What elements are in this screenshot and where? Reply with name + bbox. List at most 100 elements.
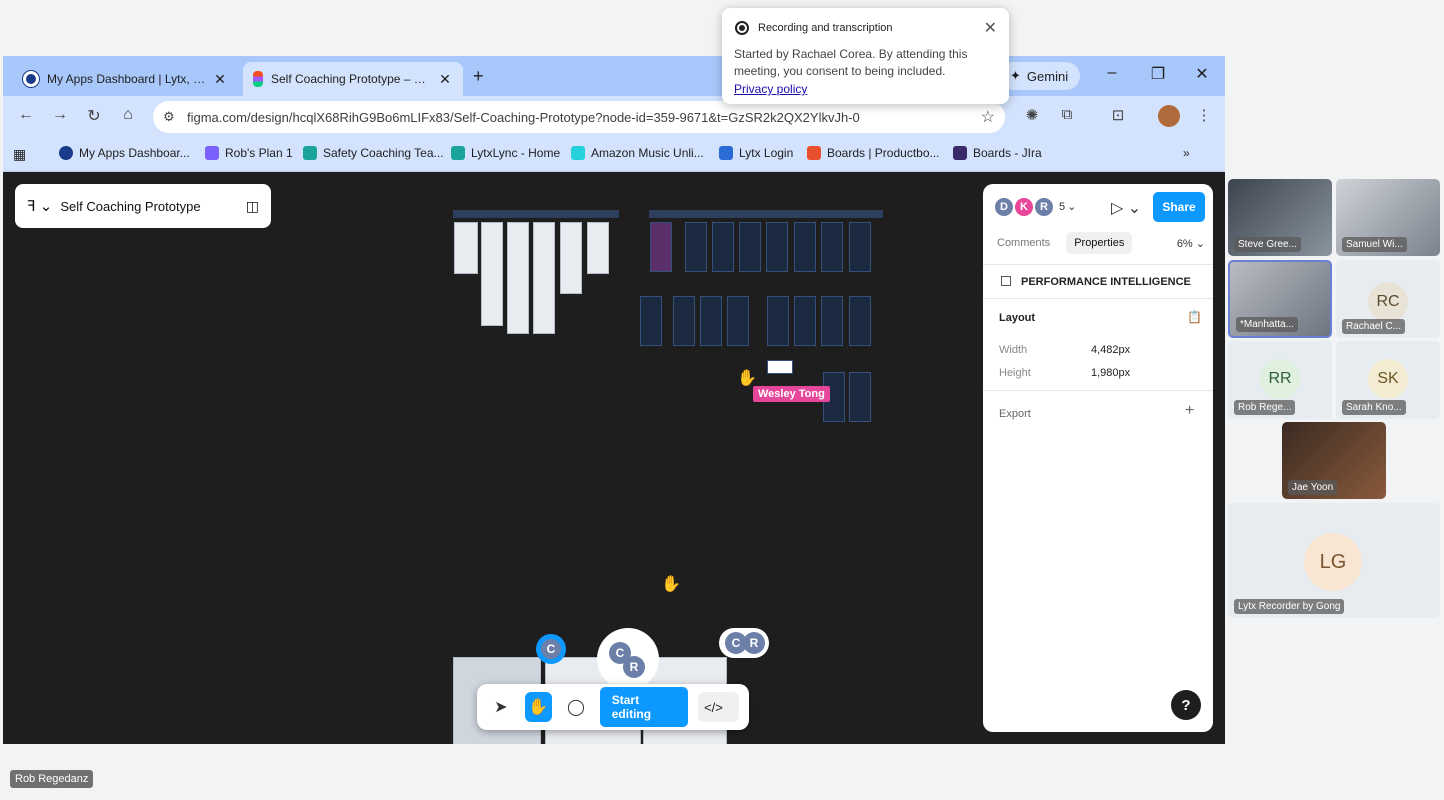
figma-canvas[interactable]: ꟻ ⌄ Self Coaching Prototype ◫ ✋ Wesley T… xyxy=(3,172,1225,744)
design-frame[interactable] xyxy=(767,360,793,374)
design-frame[interactable] xyxy=(533,222,555,334)
tab-figma[interactable]: Self Coaching Prototype – Figma ✕ xyxy=(243,62,463,96)
design-frame[interactable] xyxy=(849,372,871,422)
tab-title: My Apps Dashboard | Lytx, Inc. xyxy=(47,72,206,86)
participant-tile[interactable]: RR Rob Rege... xyxy=(1228,341,1332,419)
home-icon[interactable]: ⌂ xyxy=(117,106,139,128)
tab-search-icon[interactable]: ⊡ xyxy=(1107,106,1129,128)
design-frame[interactable] xyxy=(849,296,871,346)
collaborator-avatar-group[interactable]: C R xyxy=(597,628,659,690)
collaborator-avatar[interactable]: C xyxy=(536,634,566,664)
participant-tile-active-speaker[interactable]: *Manhatta... xyxy=(1228,260,1332,338)
bookmarks-bar: ▦ My Apps Dashboar... Rob's Plan 1 Safet… xyxy=(3,138,1225,172)
design-frame[interactable] xyxy=(712,222,734,272)
present-play-icon[interactable]: ▷ ⌄ xyxy=(1111,198,1141,218)
address-bar-row: ← → ↻ ⌂ ⚙ figma.com/design/hcqlX68RihG9B… xyxy=(3,96,1225,138)
site-info-icon[interactable]: ⚙ xyxy=(163,109,175,125)
zoom-dropdown[interactable]: 6% ⌄ xyxy=(1177,237,1205,250)
bookmark-item[interactable]: My Apps Dashboar... xyxy=(59,146,190,160)
bookmark-item[interactable]: Boards - JIra xyxy=(953,146,1042,160)
participant-tile[interactable]: LG Lytx Recorder by Gong xyxy=(1228,503,1440,618)
tab-comments[interactable]: Comments xyxy=(989,232,1058,254)
restore-icon[interactable]: ❐ xyxy=(1143,64,1173,88)
design-frame[interactable] xyxy=(739,222,761,272)
participant-name: *Manhatta... xyxy=(1236,317,1298,332)
comment-tool-icon[interactable]: ◯ xyxy=(562,692,590,722)
design-frame[interactable] xyxy=(454,222,478,274)
design-frame[interactable] xyxy=(767,296,789,346)
hand-tool-icon[interactable]: ✋ xyxy=(524,692,553,722)
menu-icon[interactable]: ⋮ xyxy=(1193,106,1215,128)
profile-avatar[interactable] xyxy=(1158,105,1180,127)
participant-tile[interactable]: Samuel Wi... xyxy=(1336,179,1440,256)
bookmark-item[interactable]: Boards | Productbo... xyxy=(807,146,940,160)
participant-initials: RC xyxy=(1368,282,1408,322)
tab-my-apps[interactable]: My Apps Dashboard | Lytx, Inc. ✕ xyxy=(13,62,238,96)
new-tab-icon[interactable]: + xyxy=(473,66,484,87)
multiplayer-avatars[interactable]: D K R 5 ⌄ xyxy=(993,196,1076,218)
section-header xyxy=(649,210,883,218)
design-frame[interactable] xyxy=(766,222,788,272)
help-button[interactable]: ? xyxy=(1171,690,1201,720)
design-frame[interactable] xyxy=(507,222,529,334)
bookmark-star-icon[interactable]: ☆ xyxy=(981,107,995,127)
design-frame[interactable] xyxy=(685,222,707,272)
collaborator-avatar-group[interactable]: C R xyxy=(719,628,769,658)
bookmark-item[interactable]: Rob's Plan 1 xyxy=(205,146,293,160)
chevron-down-icon[interactable]: ⌄ xyxy=(1067,196,1076,218)
design-frame[interactable] xyxy=(640,296,662,346)
file-title-chip[interactable]: ꟻ ⌄ Self Coaching Prototype ◫ xyxy=(15,184,271,228)
design-frame[interactable] xyxy=(821,296,843,346)
avatar[interactable]: D xyxy=(993,196,1015,218)
width-value[interactable]: 4,482px xyxy=(1091,344,1130,356)
sidebar-toggle-icon[interactable]: ◫ xyxy=(246,198,259,215)
figma-menu-icon[interactable]: ꟻ ⌄ xyxy=(27,197,52,215)
participant-tile[interactable]: SK Sarah Kno... xyxy=(1336,341,1440,419)
participant-tile[interactable]: Jae Yoon xyxy=(1282,422,1386,499)
avatar-count[interactable]: 5 xyxy=(1059,196,1065,218)
design-frame[interactable] xyxy=(821,222,843,272)
gemini-button[interactable]: ✦ Gemini xyxy=(998,62,1081,90)
back-icon[interactable]: ← xyxy=(15,106,37,128)
design-frame[interactable] xyxy=(849,222,871,272)
design-frame[interactable] xyxy=(650,222,672,272)
bookmark-item[interactable]: Safety Coaching Tea... xyxy=(303,146,444,160)
design-frame[interactable] xyxy=(560,222,582,294)
move-tool-icon[interactable]: ➤ xyxy=(487,692,515,722)
close-window-icon[interactable]: ✕ xyxy=(1187,64,1217,88)
design-frame[interactable] xyxy=(587,222,609,274)
design-frame[interactable] xyxy=(700,296,722,346)
url-bar[interactable]: ⚙ figma.com/design/hcqlX68RihG9Bo6mLIFx8… xyxy=(153,101,1005,133)
participant-tile[interactable]: RC Rachael C... xyxy=(1336,260,1440,338)
close-icon[interactable]: ✕ xyxy=(984,18,997,38)
apps-grid-icon[interactable]: ▦ xyxy=(13,146,26,163)
participant-tile[interactable]: Steve Gree... xyxy=(1228,179,1332,256)
reload-icon[interactable]: ↻ xyxy=(83,106,105,128)
design-frame[interactable] xyxy=(481,222,503,326)
close-tab-icon[interactable]: ✕ xyxy=(437,71,453,88)
extension-icon[interactable]: ✺ xyxy=(1021,106,1043,128)
design-frame[interactable] xyxy=(673,296,695,346)
share-button[interactable]: Share xyxy=(1153,192,1205,222)
puzzle-icon[interactable]: ⧉ xyxy=(1056,106,1078,128)
design-frame[interactable] xyxy=(727,296,749,346)
dev-mode-toggle[interactable]: </> xyxy=(698,692,740,722)
design-frame[interactable] xyxy=(794,222,816,272)
minimize-icon[interactable]: – xyxy=(1097,64,1127,88)
add-export-icon[interactable]: + xyxy=(1185,402,1194,420)
clipboard-icon[interactable]: 📋 xyxy=(1187,310,1202,324)
avatar[interactable]: K xyxy=(1013,196,1035,218)
height-value[interactable]: 1,980px xyxy=(1091,367,1130,379)
forward-icon[interactable]: → xyxy=(49,106,71,128)
design-frame[interactable] xyxy=(794,296,816,346)
privacy-policy-link[interactable]: Privacy policy xyxy=(734,82,807,96)
bookmark-item[interactable]: Lytx Login xyxy=(719,146,793,160)
close-tab-icon[interactable]: ✕ xyxy=(212,71,228,88)
bookmark-item[interactable]: LytxLync - Home xyxy=(451,146,560,160)
more-bookmarks-icon[interactable]: » xyxy=(1183,146,1190,160)
tab-properties[interactable]: Properties xyxy=(1066,232,1133,254)
bookmark-item[interactable]: Amazon Music Unli... xyxy=(571,146,704,160)
participant-initials: LG xyxy=(1304,533,1362,591)
avatar[interactable]: R xyxy=(1033,196,1055,218)
start-editing-button[interactable]: Start editing xyxy=(599,687,689,727)
